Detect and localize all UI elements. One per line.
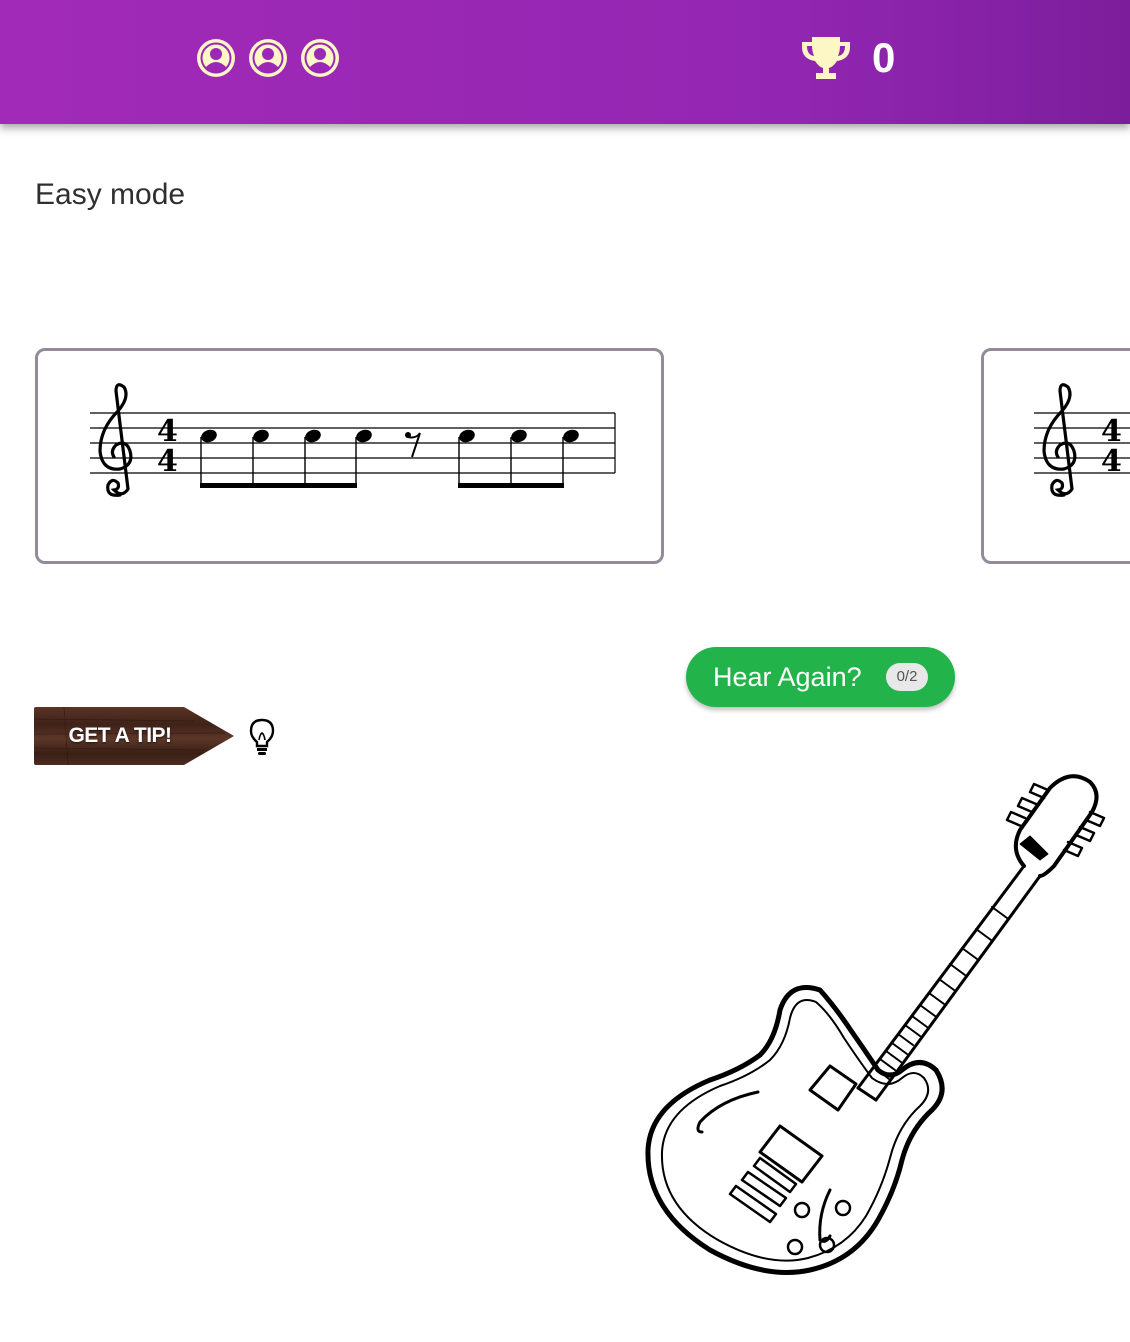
top-bar: 0 (0, 0, 1130, 124)
lightbulb-icon[interactable] (247, 717, 277, 757)
get-tip-label: GET A TIP! (68, 724, 172, 747)
eighth-rest (405, 432, 421, 458)
score-display: 0 (800, 34, 895, 82)
treble-clef-icon (98, 383, 133, 497)
time-signature: 4 4 (1101, 414, 1122, 479)
music-staff: 4 4 (90, 383, 616, 497)
mode-label: Easy mode (35, 178, 186, 211)
trophy-icon (802, 37, 850, 79)
eighth-note (459, 429, 475, 443)
music-staff: 4 4 (1034, 383, 1130, 497)
svg-text:4: 4 (1101, 444, 1122, 479)
hear-again-label: Hear Again? (713, 661, 862, 692)
user-circle-icon (301, 39, 339, 77)
beam (458, 483, 564, 488)
user-circle-icon (249, 39, 287, 77)
eighth-note (201, 429, 217, 443)
rhythm-option-card[interactable]: 4 4 (981, 348, 1130, 564)
guitar-icon (645, 774, 1106, 1275)
score-value: 0 (872, 34, 896, 81)
rhythm-option-card[interactable]: 4 4 (35, 348, 664, 564)
beam (200, 483, 357, 488)
eighth-note (563, 429, 579, 443)
get-tip-button[interactable]: GET A TIP! (34, 707, 234, 765)
hear-again-count-badge: 0/2 (886, 663, 928, 691)
eighth-note (305, 429, 321, 443)
eighth-note (511, 429, 527, 443)
time-signature: 4 4 (157, 414, 178, 479)
treble-clef-icon (1042, 383, 1077, 497)
svg-text:4: 4 (157, 444, 178, 479)
user-circle-icon (197, 39, 235, 77)
hear-again-button[interactable]: Hear Again? 0/2 (686, 647, 955, 707)
eighth-note (356, 429, 372, 443)
lives-indicator (196, 38, 340, 78)
eighth-note (253, 429, 269, 443)
